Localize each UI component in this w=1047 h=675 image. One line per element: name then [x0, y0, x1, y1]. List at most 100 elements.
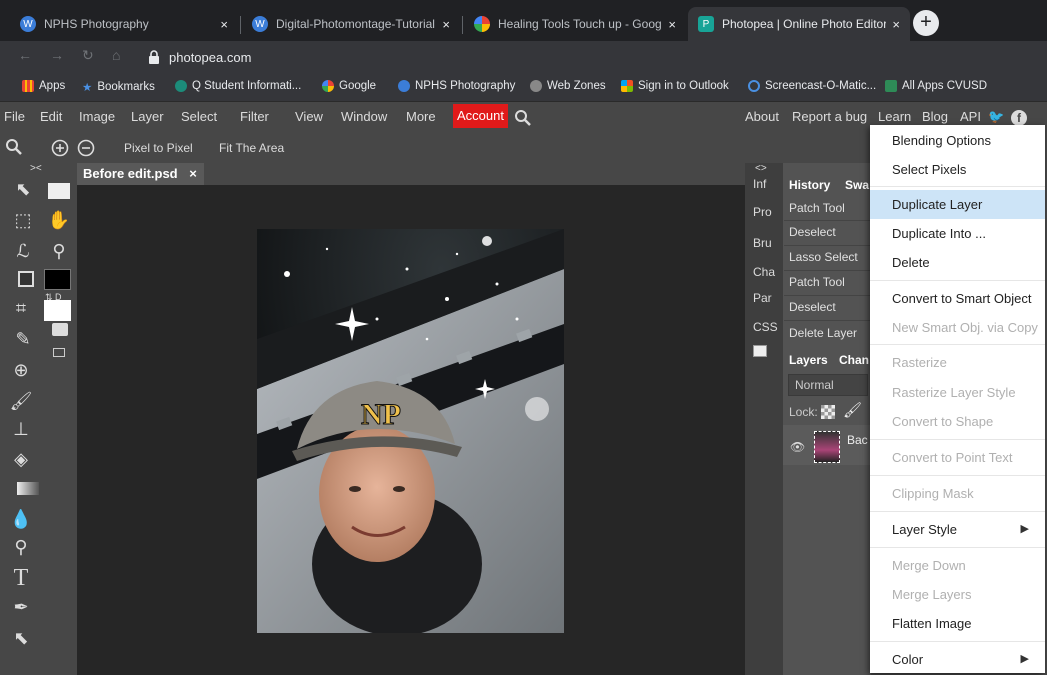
menu-file[interactable]: File: [4, 109, 25, 124]
pixel-to-pixel-button[interactable]: Pixel to Pixel: [124, 141, 193, 155]
panel-tab-character[interactable]: Cha: [753, 265, 775, 279]
quick-mask-icon[interactable]: [52, 323, 68, 336]
quick-select-tool-icon[interactable]: [18, 271, 34, 287]
panel-tab-paragraph[interactable]: Par: [753, 291, 772, 305]
menu-api[interactable]: API: [960, 109, 981, 124]
forward-icon[interactable]: →: [50, 47, 64, 63]
history-item[interactable]: Patch Tool: [789, 201, 845, 215]
search-icon[interactable]: [514, 109, 532, 127]
menu-item-color[interactable]: Color ▶: [870, 645, 1045, 674]
tab-history[interactable]: History: [789, 178, 830, 192]
menu-item-duplicate-into[interactable]: Duplicate Into ...: [870, 219, 1045, 248]
tab-close-icon[interactable]: ×: [668, 17, 676, 32]
panel-tab-properties[interactable]: Pro: [753, 205, 772, 219]
bookmark-item[interactable]: Sign in to Outlook: [621, 80, 729, 92]
brush-tool-icon[interactable]: 🖌: [8, 391, 34, 412]
menu-learn[interactable]: Learn: [878, 109, 911, 124]
history-item[interactable]: Deselect: [789, 225, 836, 239]
browser-tab[interactable]: W Digital-Photomontage-Tutorial.p ×: [242, 7, 460, 41]
pen-tool-icon[interactable]: ✒: [8, 597, 34, 618]
foreground-color-swatch[interactable]: [44, 269, 71, 290]
menu-item-layer-style[interactable]: Layer Style ▶: [870, 515, 1045, 544]
tab-close-icon[interactable]: ×: [220, 17, 228, 32]
path-select-tool-icon[interactable]: ⬉: [8, 628, 34, 649]
menu-image[interactable]: Image: [79, 109, 115, 124]
tab-layers[interactable]: Layers: [789, 353, 828, 367]
marquee-tool-icon[interactable]: ⬚: [10, 210, 36, 231]
healing-brush-tool-icon[interactable]: ⊕: [8, 360, 34, 381]
twitter-icon[interactable]: 🐦: [988, 109, 1004, 125]
eraser-tool-icon[interactable]: ◈: [8, 449, 34, 470]
menu-item-blending-options[interactable]: Blending Options: [870, 126, 1045, 155]
screen-mode-icon[interactable]: [53, 348, 65, 357]
lasso-tool-icon[interactable]: ℒ: [10, 241, 36, 262]
menu-view[interactable]: View: [295, 109, 323, 124]
document-close-icon[interactable]: ×: [189, 166, 197, 181]
menu-item-duplicate-layer[interactable]: Duplicate Layer: [870, 190, 1045, 219]
facebook-icon[interactable]: f: [1011, 110, 1027, 126]
bookmark-folder[interactable]: ★ Bookmarks: [82, 80, 155, 94]
hand-tool-icon[interactable]: ✋: [46, 210, 72, 231]
address-bar[interactable]: photopea.com: [135, 46, 1043, 68]
zoom-in-icon[interactable]: [51, 139, 69, 157]
bookmark-item[interactable]: Screencast-O-Matic...: [748, 80, 876, 92]
panel-tab-brush[interactable]: Bru: [753, 236, 772, 250]
image-panel-icon[interactable]: [753, 345, 767, 357]
bookmark-apps[interactable]: Apps: [22, 80, 65, 92]
panel-tab-css[interactable]: CSS: [753, 320, 778, 334]
bookmark-item[interactable]: Google: [322, 80, 376, 92]
menu-item-convert-smart-object[interactable]: Convert to Smart Object: [870, 284, 1045, 313]
menu-report-bug[interactable]: Report a bug: [792, 109, 867, 124]
type-tool-icon[interactable]: T: [8, 565, 34, 592]
panel-tab-info[interactable]: Inf: [753, 177, 766, 191]
canvas-image[interactable]: NP: [257, 229, 564, 633]
new-tab-button[interactable]: +: [913, 10, 939, 36]
fit-area-button[interactable]: Fit The Area: [219, 141, 284, 155]
menu-item-flatten-image[interactable]: Flatten Image: [870, 609, 1045, 638]
tab-channels[interactable]: Chan: [839, 353, 869, 367]
blur-tool-icon[interactable]: 💧: [8, 509, 34, 530]
lock-pixels-icon[interactable]: 🖌: [843, 401, 862, 419]
artboard-tool-icon[interactable]: [48, 183, 70, 199]
history-item[interactable]: Patch Tool: [789, 275, 845, 289]
menu-select[interactable]: Select: [181, 109, 217, 124]
tab-swatches[interactable]: Swa: [845, 178, 869, 192]
history-item[interactable]: Lasso Select: [789, 250, 858, 264]
collapse-toggle[interactable]: ><: [30, 163, 42, 174]
zoom-out-icon[interactable]: [77, 139, 95, 157]
document-tab[interactable]: Before edit.psd ×: [77, 163, 204, 185]
menu-edit[interactable]: Edit: [40, 109, 62, 124]
menu-window[interactable]: Window: [341, 109, 387, 124]
menu-more[interactable]: More: [406, 109, 436, 124]
eyedropper-tool-icon[interactable]: ✎: [10, 329, 36, 350]
crop-tool-icon[interactable]: ⌗: [8, 298, 34, 319]
menu-about[interactable]: About: [745, 109, 779, 124]
zoom-tool-icon[interactable]: ⚲: [46, 241, 72, 262]
back-icon[interactable]: ←: [18, 47, 32, 63]
move-tool-icon[interactable]: ⬉: [10, 179, 36, 200]
browser-tab[interactable]: W NPHS Photography ×: [10, 7, 238, 41]
browser-tab[interactable]: Healing Tools Touch up - Google ×: [464, 7, 686, 41]
lock-transparency-icon[interactable]: [821, 405, 835, 419]
expand-toggle[interactable]: <>: [755, 163, 767, 174]
menu-filter[interactable]: Filter: [240, 109, 269, 124]
menu-layer[interactable]: Layer: [131, 109, 164, 124]
background-color-swatch[interactable]: [44, 300, 71, 321]
tab-close-icon[interactable]: ×: [892, 17, 900, 32]
bookmark-item[interactable]: All Apps CVUSD: [885, 80, 987, 92]
home-icon[interactable]: ⌂: [112, 47, 120, 63]
browser-tab-active[interactable]: P Photopea | Online Photo Editor ×: [688, 7, 910, 41]
gradient-tool-icon[interactable]: [17, 482, 39, 495]
tab-close-icon[interactable]: ×: [442, 17, 450, 32]
bookmark-item[interactable]: NPHS Photography: [398, 80, 515, 92]
menu-item-delete[interactable]: Delete: [870, 248, 1045, 277]
reload-icon[interactable]: ↻: [82, 47, 94, 64]
history-item[interactable]: Deselect: [789, 300, 836, 314]
menu-blog[interactable]: Blog: [922, 109, 948, 124]
dodge-tool-icon[interactable]: ⚲: [8, 537, 34, 558]
account-button[interactable]: Account: [453, 104, 508, 128]
history-item[interactable]: Delete Layer: [789, 326, 857, 340]
clone-stamp-tool-icon[interactable]: ⊥: [8, 419, 34, 440]
menu-item-select-pixels[interactable]: Select Pixels: [870, 155, 1045, 184]
bookmark-item[interactable]: Q Student Informati...: [175, 80, 301, 92]
